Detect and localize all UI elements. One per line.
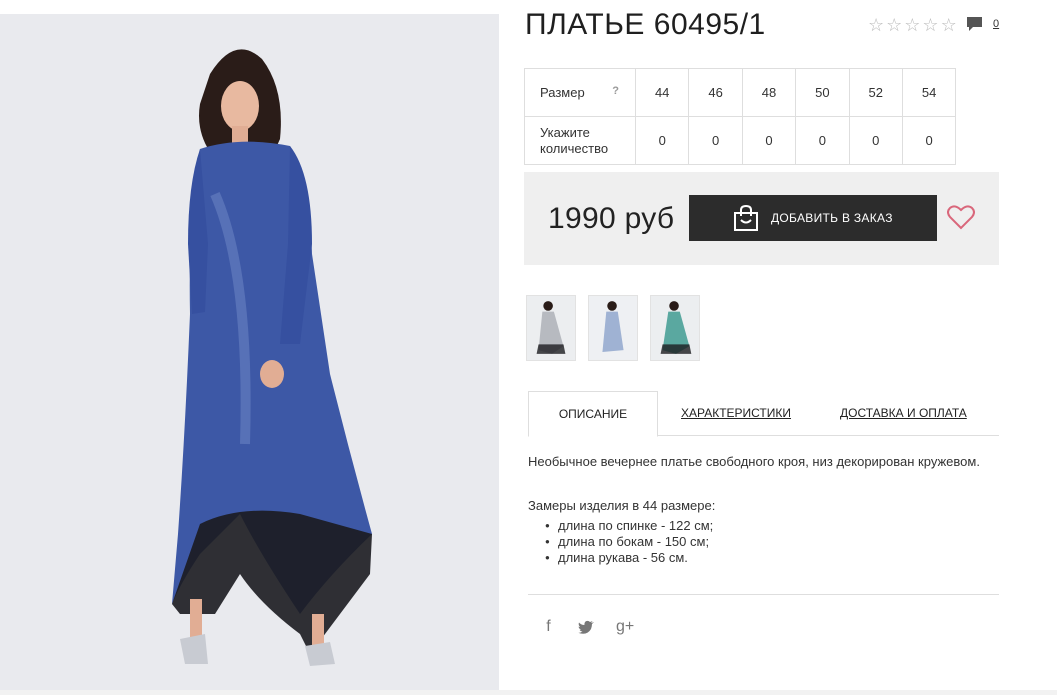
help-icon[interactable]: ? [612,83,619,99]
quantity-input-50[interactable]: 0 [795,116,850,165]
star-icon[interactable]: ☆ [868,16,884,34]
star-icon[interactable]: ☆ [941,16,957,34]
heart-icon[interactable] [947,204,975,230]
star-icon[interactable]: ☆ [904,16,920,34]
price-box: 1990 руб ДОБАВИТЬ В ЗАКАЗ [524,172,999,265]
comments-count[interactable]: 0 [993,18,999,30]
add-to-order-button[interactable]: ДОБАВИТЬ В ЗАКАЗ [689,195,937,241]
divider [528,594,999,595]
footer-strip [0,690,1057,695]
size-44: 44 [634,68,690,117]
quantity-input-46[interactable]: 0 [688,116,743,165]
quantity-input-48[interactable]: 0 [741,116,797,165]
social-share: f g+ [540,618,634,636]
thumbnail-grey[interactable] [526,295,576,361]
shopping-bag-icon [734,204,758,231]
price: 1990 руб [548,202,675,235]
size-48: 48 [741,68,797,117]
thumbnail-image [589,296,637,360]
size-label-cell: Размер ? [524,68,636,117]
product-title: ПЛАТЬЕ 60495/1 [525,8,766,41]
add-to-order-label: ДОБАВИТЬ В ЗАКАЗ [771,211,893,225]
facebook-icon[interactable]: f [540,618,557,636]
google-plus-icon[interactable]: g+ [616,618,634,636]
size-46: 46 [688,68,743,117]
thumbnail-image [651,296,699,360]
rating-stars[interactable]: ☆ ☆ ☆ ☆ ☆ [868,16,957,34]
thumbnail-image [527,296,575,360]
thumbnail-strip [526,295,700,361]
thumbnail-light-blue[interactable] [588,295,638,361]
measure-title: Замеры изделия в 44 размере: [528,498,716,513]
list-item: длина по бокам - 150 см; [545,534,713,550]
quantity-input-44[interactable]: 0 [634,116,690,165]
size-row: Размер ? 44 46 48 50 52 54 [524,68,957,117]
comment-icon[interactable] [966,16,983,32]
tab-delivery-payment[interactable]: ДОСТАВКА И ОПЛАТА [840,391,967,436]
product-tabs: ОПИСАНИЕ ХАРАКТЕРИСТИКИ ДОСТАВКА И ОПЛАТ… [528,391,999,437]
thumbnail-green[interactable] [650,295,700,361]
size-54: 54 [901,68,957,117]
size-label: Размер [540,84,585,100]
twitter-icon[interactable] [578,620,595,634]
list-item: длина рукава - 56 см. [545,550,713,566]
size-table: Размер ? 44 46 48 50 52 54 Укажите колич… [524,68,957,165]
quantity-input-52[interactable]: 0 [848,116,903,165]
quantity-row: Укажите количество 0 0 0 0 0 0 [524,116,957,165]
dress-model-image [0,14,499,690]
list-item: длина по спинке - 122 см; [545,518,713,534]
tab-description[interactable]: ОПИСАНИЕ [528,391,658,437]
main-product-photo[interactable] [0,14,499,690]
comments-link[interactable]: 0 [966,16,999,32]
star-icon[interactable]: ☆ [922,16,938,34]
description-text: Необычное вечернее платье свободного кро… [528,454,980,469]
measure-list: длина по спинке - 122 см; длина по бокам… [545,518,713,566]
quantity-input-54[interactable]: 0 [901,116,957,165]
size-52: 52 [848,68,903,117]
tab-characteristics[interactable]: ХАРАКТЕРИСТИКИ [681,391,791,436]
size-50: 50 [795,68,850,117]
quantity-label: Укажите количество [524,116,636,165]
star-icon[interactable]: ☆ [886,16,902,34]
